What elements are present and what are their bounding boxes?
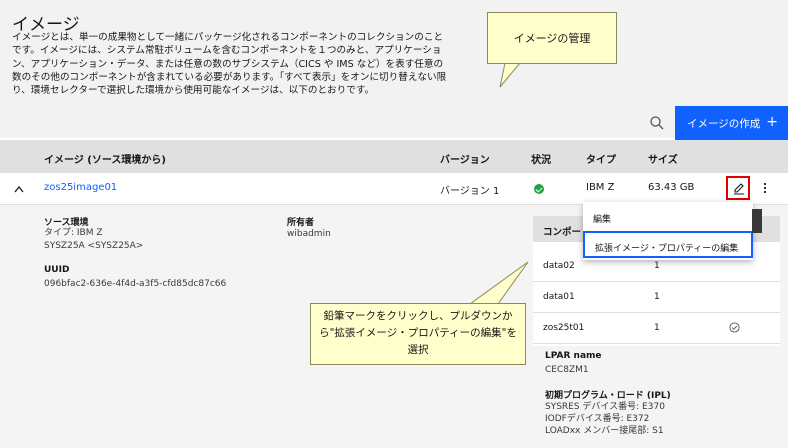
ipl-label: 初期プログラム・ロード (IPL) [545,391,671,401]
component-count: 1 [654,323,660,333]
create-image-button[interactable]: イメージの作成 + [675,106,788,140]
source-name: SYSZ25A <SYSZ25A> [44,241,144,251]
component-name: data01 [543,292,575,302]
menu-item-edit[interactable]: 編集 [583,204,753,231]
table-row: data01 1 [533,282,780,313]
component-count: 1 [654,292,660,302]
col-status: 状況 [531,155,551,166]
component-name: data02 [543,261,575,271]
uuid-label: UUID [44,265,70,275]
checkmark-circle-icon [729,322,740,333]
owner-label: 所有者 [287,218,315,228]
ipl-sysres: SYSRES デバイス番号: E370 [545,402,665,412]
table-row[interactable]: zos25image01 バージョン 1 IBM Z 63.43 GB [0,173,788,205]
search-icon[interactable] [648,114,666,132]
callout-instruction: 鉛筆マークをクリックし、プルダウンから"拡張イメージ・プロパティーの編集"を選択 [310,303,526,365]
pencil-icon [734,183,744,195]
status-ok-icon [534,184,544,194]
page-header: イメージ イメージとは、単一の成果物として一緒にパッケージ化されるコンポーネント… [0,0,788,140]
image-size: 63.43 GB [648,182,695,193]
col-version: バージョン [440,155,490,166]
ipl-iodf: IODFデバイス番号: E372 [545,414,650,424]
components-header-label: コンポー [543,227,582,238]
image-name-link[interactable]: zos25image01 [44,182,117,193]
create-image-label: イメージの作成 [687,117,761,130]
lpar-label: LPAR name [545,351,602,361]
callout-manage-images: イメージの管理 [487,12,617,64]
lpar-value: CEC8ZM1 [545,365,589,375]
table-row: zos25t01 1 [533,313,780,344]
plus-icon: + [766,114,778,130]
ipl-loadxx: LOADxx メンバー接尾部: S1 [545,426,664,436]
col-image: イメージ (ソース環境から) [44,155,166,166]
chevron-up-icon[interactable] [14,185,24,193]
owner-value: wibadmin [287,229,331,239]
overflow-menu: 編集 拡張イメージ・プロパティーの編集 [583,202,753,260]
col-type: タイプ [586,155,616,166]
page-description: イメージとは、単一の成果物として一緒にパッケージ化されるコンポーネントのコレクシ… [12,32,447,97]
col-size: サイズ [648,155,678,166]
menu-item-edit-extended-properties[interactable]: 拡張イメージ・プロパティーの編集 [583,231,753,258]
component-count: 1 [654,261,660,271]
image-version: バージョン 1 [440,186,500,197]
uuid-value: 096bfac2-636e-4f4d-a3f5-cfd85dc87c66 [44,279,227,289]
menu-tooltip-edge [752,209,762,233]
image-type: IBM Z [586,182,615,193]
component-name: zos25t01 [543,323,585,333]
source-type: タイプ: IBM Z [44,228,103,238]
overflow-menu-icon[interactable] [760,180,770,196]
edit-button[interactable] [726,176,750,200]
table-header: イメージ (ソース環境から) バージョン 状況 タイプ サイズ [0,140,788,173]
